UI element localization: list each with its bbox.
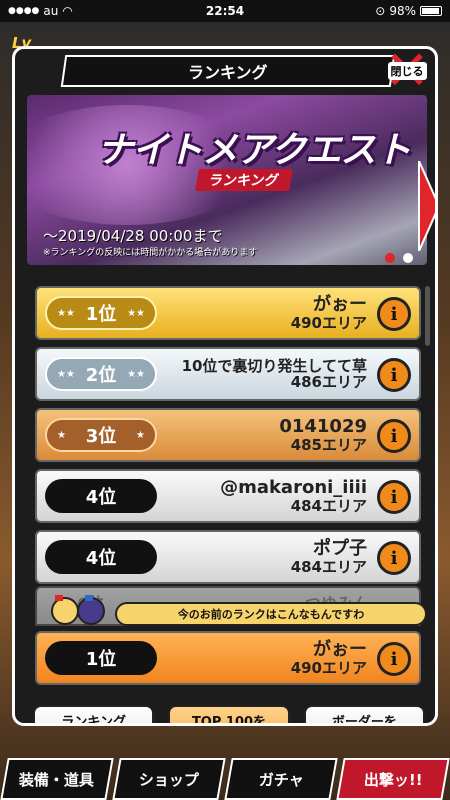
my-rank-row[interactable]: 1位 がぉー 490エリア i — [35, 631, 421, 685]
star-icon: ★★ — [127, 307, 145, 319]
pager-dot[interactable] — [403, 253, 413, 263]
tab-shop[interactable]: ショップ — [112, 758, 226, 800]
player-area: 490エリア — [290, 313, 367, 332]
list-scrollbar[interactable] — [425, 286, 430, 346]
player-area: 490エリア — [290, 658, 367, 677]
tab-equipment[interactable]: 装備・道具 — [0, 758, 114, 800]
event-note: ※ランキングの反映には時間がかかる場合があります — [43, 248, 258, 258]
tab-sortie[interactable]: 出撃ッ!! — [336, 758, 450, 800]
action-buttons: ランキング 報酬 TOP 100を 表示する!! ボーダーを 表示する!! — [33, 705, 425, 723]
next-banner-arrow-icon[interactable] — [417, 161, 438, 251]
event-logo: ナイトメアクエスト — [97, 130, 411, 171]
bottom-nav: 装備・道具 ショップ ガチャ 出撃ッ!! — [0, 758, 450, 800]
close-button[interactable]: ✕ 閉じる — [384, 49, 429, 98]
player-name: 0141029 — [279, 415, 367, 437]
ranking-row[interactable]: ★★ 1位 ★★ がぉー 490エリア i — [35, 286, 421, 340]
star-icon: ★ — [136, 429, 145, 441]
show-border-button[interactable]: ボーダーを 表示する!! — [303, 705, 425, 723]
info-button[interactable]: i — [377, 419, 411, 453]
ranking-row[interactable]: ★★ 2位 ★★ 10位で裏切り発生してて草 486エリア i — [35, 347, 421, 401]
rank-badge: ★★ 2位 ★★ — [45, 357, 157, 391]
player-name: @makaroni_iiii — [220, 476, 367, 498]
player-name: がぉー — [313, 293, 367, 315]
status-bar: ●●●● au ◠ 22:54 ⊙ 98% — [0, 0, 450, 22]
event-end-date: 〜2019/04/28 00:00まで — [43, 227, 223, 245]
ranking-row[interactable]: 4位 @makaroni_iiii 484エリア i — [35, 469, 421, 523]
ranking-reward-button[interactable]: ランキング 報酬 — [33, 705, 155, 723]
modal-title: ランキング — [60, 55, 396, 87]
ranking-modal: ランキング ✕ 閉じる ナイトメアクエスト ランキング 〜2019/04/28 … — [12, 46, 438, 726]
star-icon: ★★ — [127, 368, 145, 380]
ranking-row[interactable]: 4位 ポプ子 484エリア i — [35, 530, 421, 584]
characters-icon — [51, 595, 105, 625]
info-button[interactable]: i — [377, 297, 411, 331]
ranking-row[interactable]: ★ 3位 ★ 0141029 485エリア i — [35, 408, 421, 462]
show-top100-button[interactable]: TOP 100を 表示する!! — [168, 705, 290, 723]
pager-dot-active[interactable] — [385, 253, 395, 263]
info-button[interactable]: i — [377, 358, 411, 392]
player-name: ポプ子 — [313, 537, 367, 559]
banner-pager[interactable] — [385, 253, 413, 263]
player-name: がぉー — [313, 638, 367, 660]
player-area: 484エリア — [290, 496, 367, 515]
rank-badge: ★ 3位 ★ — [45, 418, 157, 452]
rank-badge: 1位 — [45, 641, 157, 675]
rank-badge: 4位 — [45, 479, 157, 513]
info-button[interactable]: i — [377, 541, 411, 575]
star-icon: ★★ — [57, 368, 75, 380]
star-icon: ★ — [57, 429, 66, 441]
close-label: 閉じる — [387, 62, 427, 80]
event-banner[interactable]: ナイトメアクエスト ランキング 〜2019/04/28 00:00まで ※ランキ… — [27, 95, 427, 265]
info-button[interactable]: i — [377, 642, 411, 676]
event-subtitle: ランキング — [195, 169, 293, 191]
player-area: 486エリア — [290, 373, 367, 391]
info-button[interactable]: i — [377, 480, 411, 514]
ranking-list[interactable]: ★★ 1位 ★★ がぉー 490エリア i ★★ 2位 ★★ 10位で裏切り発生してて草 4… — [35, 286, 421, 586]
speech-bubble: 今のお前のランクはこんなもんですわ — [115, 602, 427, 626]
tab-gacha[interactable]: ガチャ — [224, 758, 338, 800]
player-area: 484エリア — [290, 557, 367, 576]
rank-badge: ★★ 1位 ★★ — [45, 296, 157, 330]
player-name: 10位で裏切り発生してて草 — [181, 356, 367, 375]
player-area: 485エリア — [290, 435, 367, 454]
star-icon: ★★ — [57, 307, 75, 319]
rank-badge: 4位 — [45, 540, 157, 574]
clock: 22:54 — [205, 4, 245, 18]
